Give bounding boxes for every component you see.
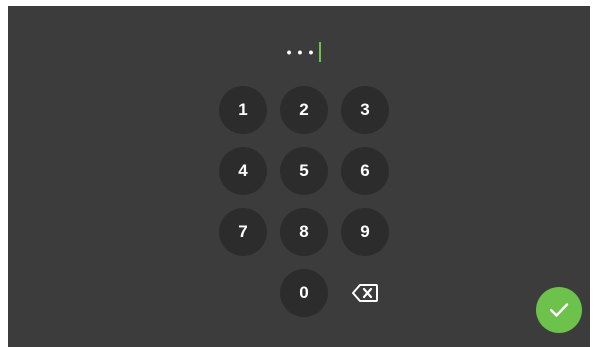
key-label: 4 [238,161,248,180]
pin-field[interactable]: ••• [287,42,322,62]
key-0[interactable]: 0 [280,269,328,317]
key-label: 3 [360,100,370,119]
key-label: 2 [299,100,309,119]
key-4[interactable]: 4 [219,147,267,195]
key-6[interactable]: 6 [341,147,389,195]
key-label: 5 [299,161,309,180]
text-caret [319,42,322,62]
backspace-button[interactable] [341,269,389,317]
backspace-icon [352,284,378,302]
key-label: 6 [360,161,370,180]
key-label: 1 [238,100,248,119]
key-label: 8 [299,222,309,241]
key-2[interactable]: 2 [280,86,328,134]
key-7[interactable]: 7 [219,208,267,256]
key-3[interactable]: 3 [341,86,389,134]
pin-display: ••• [8,39,590,65]
key-1[interactable]: 1 [219,86,267,134]
key-label: 0 [299,283,309,302]
key-label: 9 [360,222,370,241]
check-icon [549,303,569,317]
pin-masked-value: ••• [286,44,320,60]
confirm-button[interactable] [536,287,582,333]
key-9[interactable]: 9 [341,208,389,256]
pin-entry-screen: ••• 1 2 3 4 5 6 7 8 9 0 [8,6,590,347]
key-label: 7 [238,222,248,241]
key-8[interactable]: 8 [280,208,328,256]
key-5[interactable]: 5 [280,147,328,195]
